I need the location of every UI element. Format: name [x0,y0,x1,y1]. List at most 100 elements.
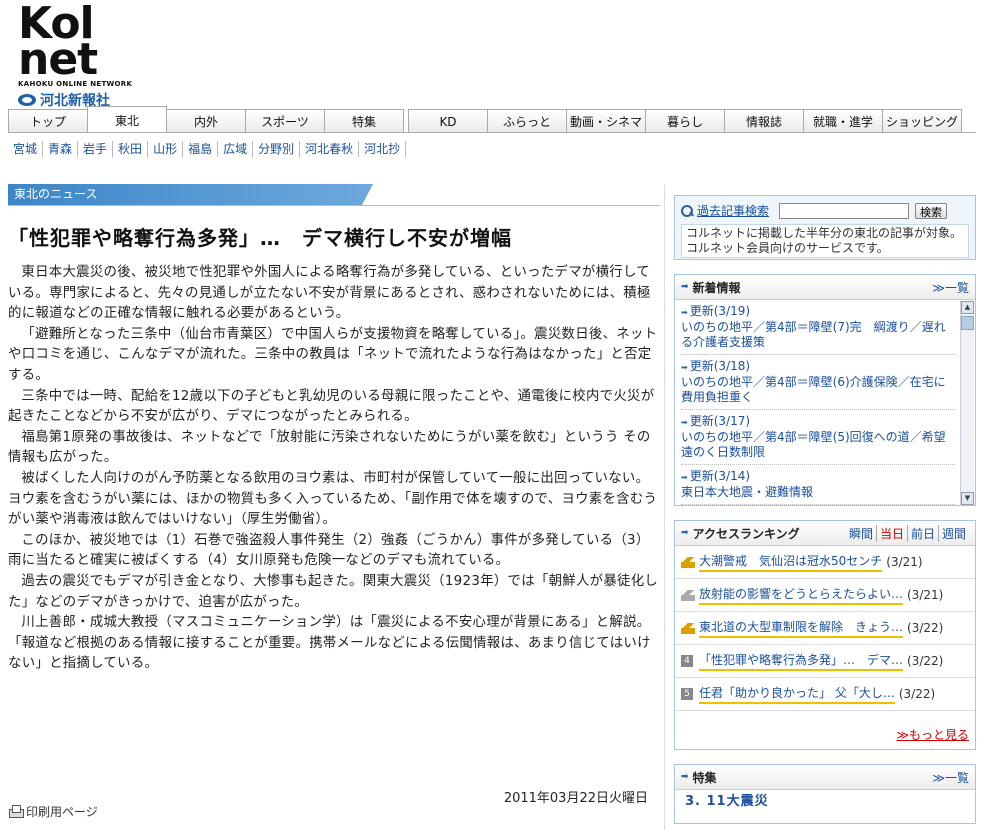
region-nav-item[interactable]: 岩手 [78,141,114,157]
arrow-right-icon: ➡ [681,418,688,427]
ranking-item-date: (3/21) [886,555,923,569]
archive-search-input[interactable] [779,202,910,219]
scroll-up-icon[interactable]: ▲ [961,301,974,314]
news-scrollbar[interactable]: ▲ ▼ [960,301,974,505]
feature-item-link[interactable]: 3. 11大震災 [675,788,779,815]
nav-tab[interactable]: ふらっと [487,109,567,133]
ranking-item[interactable]: 大潮警戒 気仙沼は冠水50センチ (3/21) [675,546,975,579]
column-divider [664,184,665,830]
ranking-header: ➡ アクセスランキング 瞬間 当日 前日 週間 [675,521,975,546]
region-nav-item[interactable]: 福島 [183,141,219,157]
latest-news-more-link[interactable]: ≫一覧 [932,279,969,296]
printer-icon [8,805,24,818]
ranking-item-title[interactable]: 放射能の影響をどうとらえたらよい… [699,585,904,605]
global-nav-rule [8,132,976,133]
arrow-right-icon: ➡ [681,363,688,372]
feature-more-link[interactable]: ≫一覧 [932,769,969,786]
feature-panel: ➡ 特集 ≫一覧 3. 11大震災 [674,764,976,824]
ranking-tabs: 瞬間 当日 前日 週間 [846,524,969,542]
region-nav-item[interactable]: 青森 [43,141,79,157]
news-item[interactable]: ➡ 更新(3/18) いのちの地平／第4部＝障壁(6)介護保険／在宅に費用負担重く [681,359,955,410]
article-paragraph: 東日本大震災の後、被災地で性犯罪や外国人による略奪行為が多発している、といったデ… [8,265,651,322]
print-label: 印刷用ページ [26,805,98,819]
scroll-down-icon[interactable]: ▼ [961,492,974,505]
article-paragraph: 福島第1原発の事故後は、ネットなどで「放射能に汚染されないためにうがい薬を飲む」… [8,429,651,466]
search-button[interactable]: 検索 [915,202,948,219]
ranking-tab[interactable]: 前日 [908,524,939,542]
ranking-item[interactable]: 放射能の影響をどうとらえたらよい… (3/21) [675,579,975,612]
feature-header: ➡ 特集 ≫一覧 [675,765,975,790]
article-title: 「性犯罪や略奪行為多発」… デマ横行し不安が増幅 [8,226,512,250]
region-nav-item[interactable]: 河北春秋 [300,141,360,157]
feature-title: 特集 [692,770,717,785]
news-text[interactable]: いのちの地平／第4部＝障壁(5)回復への道／希望遠のく日数制限 [681,430,955,460]
archive-search-link[interactable]: 過去記事検索 [697,202,769,219]
article-body: 東日本大震災の後、被災地で性犯罪や外国人による略奪行為が多発している、といったデ… [8,263,660,675]
scroll-thumb[interactable] [961,316,974,330]
logo-subtitle: KAHOKU ONLINE NETWORK [18,80,133,88]
nav-tab[interactable]: 情報誌 [724,109,804,133]
ranking-item-date: (3/22) [907,621,944,635]
news-item[interactable]: ➡ 更新(3/17) いのちの地平／第4部＝障壁(5)回復への道／希望遠のく日数制限 [681,414,955,465]
nav-tab[interactable]: 就職・進学 [803,109,883,133]
ranking-item[interactable]: 5 任君「助かり良かった」 父「大し… (3/22) [675,678,975,711]
site-header: Kol net KAHOKU ONLINE NETWORK 河北新報社 [0,0,985,109]
ranking-item-title[interactable]: 東北道の大型車制限を解除 きょう… [699,618,904,638]
access-ranking-panel: ➡ アクセスランキング 瞬間 当日 前日 週間 大潮警戒 気仙沼は冠水50センチ (3/… [674,520,976,750]
ranking-item-title[interactable]: 任君「助かり良かった」 父「大し… [699,684,895,704]
region-nav-item[interactable]: 山形 [148,141,184,157]
region-nav-item[interactable]: 河北抄 [359,141,407,157]
ranking-item[interactable]: 4 「性犯罪や略奪行為多発」… デマ… (3/22) [675,645,975,678]
arrow-right-icon: ➡ [681,473,688,482]
article-paragraph: 被ばくした人向けのがん予防薬となる飲用のヨウ素は、市町村が保管していて一般に出回… [8,470,658,528]
news-date: ➡ 更新(3/17) [681,414,955,430]
kolnet-logo[interactable]: Kol net KAHOKU ONLINE NETWORK 河北新報社 [18,2,138,109]
search-description: コルネットに掲載した半年分の東北の記事が対象。コルネット会員向けのサービスです。 [681,224,969,258]
nav-tab[interactable]: ショッピング [882,109,962,133]
ranking-item-title[interactable]: 「性犯罪や略奪行為多発」… デマ… [699,651,904,671]
news-date: ➡ 更新(3/14) [681,469,955,485]
nav-tab[interactable]: 内外 [166,109,246,133]
ranking-item-date: (3/22) [907,654,944,668]
article-paragraph: このほか、被災地では（1）石巻で強盗殺人事件発生（2）強姦（ごうかん）事件が多発… [8,532,650,569]
logo-text-bottom: net [18,34,98,85]
region-nav: 宮城 青森 岩手 秋田 山形 福島 広域 分野別 河北春秋 河北抄 [10,141,407,157]
news-text[interactable]: いのちの地平／第4部＝障壁(6)介護保険／在宅に費用負担重く [681,375,955,405]
nav-tab[interactable]: スポーツ [245,109,325,133]
section-rule [8,205,660,206]
article-paragraph: 三条中では一時、配給を12歳以下の子どもと乳幼児のいる母親に限ったことや、通電後… [8,388,655,425]
global-nav: トップ 東北 内外 スポーツ 特集 KD ふらっと 動画・シネマ 暮らし 情報誌 就職・進学 ショッピ… [8,106,962,133]
latest-news-panel: ➡ 新着情報 ≫一覧 ➡ 更新(3/19) いのちの地平／第4部＝障壁(7)完 綱渡… [674,274,976,506]
news-item[interactable]: ➡ 更新(3/19) いのちの地平／第4部＝障壁(7)完 綱渡り／遅れる介護者支援策 [681,304,955,355]
region-nav-item[interactable]: 広域 [218,141,254,157]
region-nav-item[interactable]: 分野別 [253,141,301,157]
ranking-tab[interactable]: 週間 [939,525,969,542]
ranking-item-date: (3/21) [907,588,944,602]
nav-tab[interactable]: 暮らし [645,109,725,133]
print-page-link[interactable]: 印刷用ページ [8,803,98,820]
news-text[interactable]: いのちの地平／第4部＝障壁(7)完 綱渡り／遅れる介護者支援策 [681,320,955,350]
latest-news-header: ➡ 新着情報 ≫一覧 [675,275,975,300]
ranking-item-title[interactable]: 大潮警戒 気仙沼は冠水50センチ [699,552,883,572]
section-label: 東北のニュース [8,184,373,205]
region-nav-item[interactable]: 宮城 [10,141,44,157]
rank-number-badge: 5 [681,688,693,700]
ranking-more-link[interactable]: ≫もっと見る [896,726,969,743]
arrow-right-icon: ➡ [681,282,689,292]
ranking-item[interactable]: 東北道の大型車制限を解除 きょう… (3/22) [675,612,975,645]
ranking-tab[interactable]: 瞬間 [846,524,877,542]
news-date-text: 更新(3/17) [689,414,751,428]
article-paragraph: 川上善郎・成城大教授（マスコミュニケーション学）は「震災による不安心理が背景にあ… [8,615,651,672]
silver-crown-icon [681,589,695,601]
rank-number-badge: 4 [681,655,693,667]
news-item[interactable]: ➡ 更新(3/14) 東日本大地震・避難情報 [681,469,955,505]
nav-tab[interactable]: KD [408,109,488,133]
nav-tab[interactable]: 東北 [87,106,167,133]
ranking-tab[interactable]: 当日 [877,524,908,542]
news-date-text: 更新(3/19) [689,304,751,318]
region-nav-item[interactable]: 秋田 [113,141,149,157]
nav-tab[interactable]: 動画・シネマ [566,109,646,133]
nav-tab[interactable]: 特集 [324,109,404,133]
news-text[interactable]: 東日本大地震・避難情報 [681,485,955,500]
nav-tab[interactable]: トップ [8,109,88,133]
